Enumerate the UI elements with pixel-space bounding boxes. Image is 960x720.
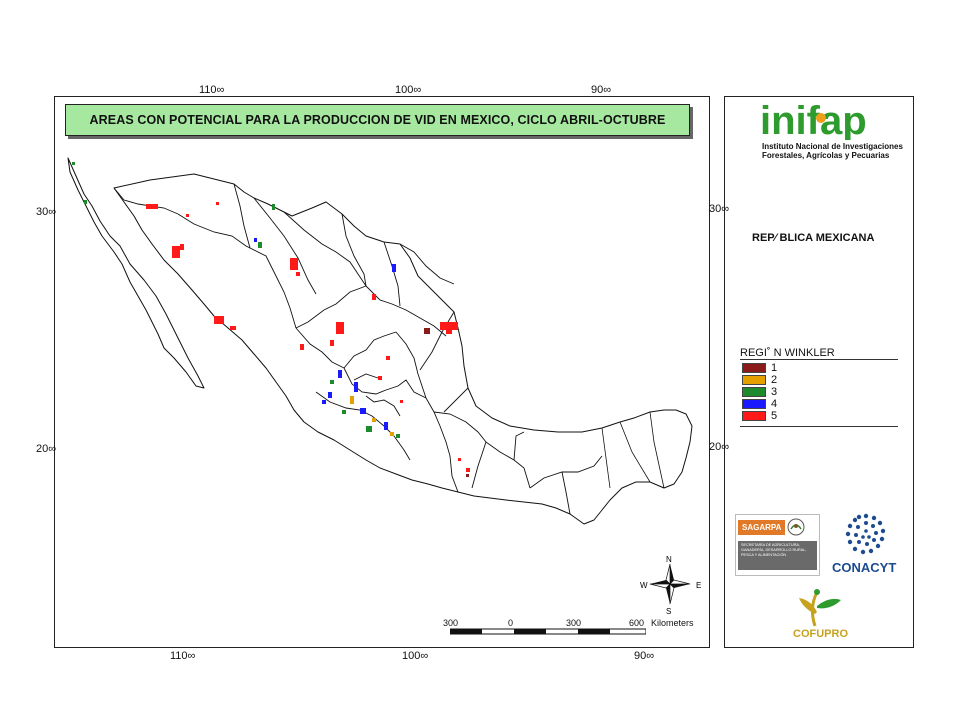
bottom-tick-100: 100∞: [402, 650, 429, 662]
legend-label-2: 2: [771, 374, 778, 386]
compass-rose-icon: N S E W: [640, 555, 701, 616]
svg-text:W: W: [640, 581, 648, 590]
institute-name-line1: Instituto Nacional de Investigaciones: [762, 142, 903, 151]
institute-name: Instituto Nacional de Investigaciones Fo…: [762, 142, 903, 160]
legend-divider-bottom: [740, 426, 898, 427]
cofupro-name: COFUPRO: [793, 628, 848, 640]
legend-label-3: 3: [771, 386, 778, 398]
top-tick-100: 100∞: [395, 84, 422, 96]
scale-label-0: 0: [508, 618, 514, 628]
legend-title: REGI˚ N WINKLER: [740, 347, 835, 359]
legend-item-2: 2: [742, 374, 777, 386]
scale-label-300-left: 300: [443, 618, 459, 628]
scale-label-600: 600: [629, 618, 645, 628]
legend-swatch-5: [742, 411, 766, 421]
legend-item-4: 4: [742, 398, 777, 410]
scale-unit: Kilometers: [651, 618, 694, 628]
right-tick-30: 30∞: [709, 203, 730, 215]
mexico-seal-icon: [787, 518, 805, 536]
legend-swatch-2: [742, 375, 766, 385]
bottom-tick-110: 110∞: [170, 650, 196, 662]
scale-bar: [450, 628, 646, 635]
legend-label-4: 4: [771, 398, 778, 410]
sagarpa-subtitle: SECRETARÍA DE AGRICULTURA, GANADERÍA, DE…: [738, 541, 817, 570]
bottom-tick-90: 90∞: [634, 650, 655, 662]
legend-label-5: 5: [771, 410, 778, 422]
inifap-logo: inifap: [760, 100, 867, 140]
svg-text:E: E: [696, 581, 701, 590]
cofupro-leaf-icon: [799, 589, 841, 627]
legend-item-3: 3: [742, 386, 777, 398]
legend-swatch-1: [742, 363, 766, 373]
country-label: REP⁄ BLICA MEXICANA: [752, 232, 875, 244]
legend-swatch-3: [742, 387, 766, 397]
top-tick-90: 90∞: [591, 84, 612, 96]
legend-swatch-4: [742, 399, 766, 409]
scale-label-300: 300: [566, 618, 582, 628]
legend-divider-top: [740, 359, 898, 360]
svg-text:inifap: inifap: [760, 100, 867, 140]
top-tick-110: 110∞: [199, 84, 225, 96]
conacyt-name: CONACYT: [832, 560, 897, 575]
legend-item-5: 5: [742, 410, 777, 422]
conacyt-dots-icon: [845, 513, 886, 555]
sagarpa-name: SAGARPA: [738, 519, 786, 535]
right-tick-20: 20∞: [709, 441, 730, 453]
svg-text:S: S: [666, 607, 671, 616]
legend-item-1: 1: [742, 362, 777, 374]
sagarpa-logo: SAGARPA SECRETARÍA DE AGRICULTURA, GANAD…: [735, 514, 820, 576]
svg-text:N: N: [666, 555, 672, 564]
map-title: AREAS CON POTENCIAL PARA LA PRODUCCION D…: [65, 104, 690, 136]
mexico-map: [67, 157, 693, 525]
legend-label-1: 1: [771, 362, 778, 374]
institute-name-line2: Forestales, Agrícolas y Pecuarias: [762, 151, 890, 160]
